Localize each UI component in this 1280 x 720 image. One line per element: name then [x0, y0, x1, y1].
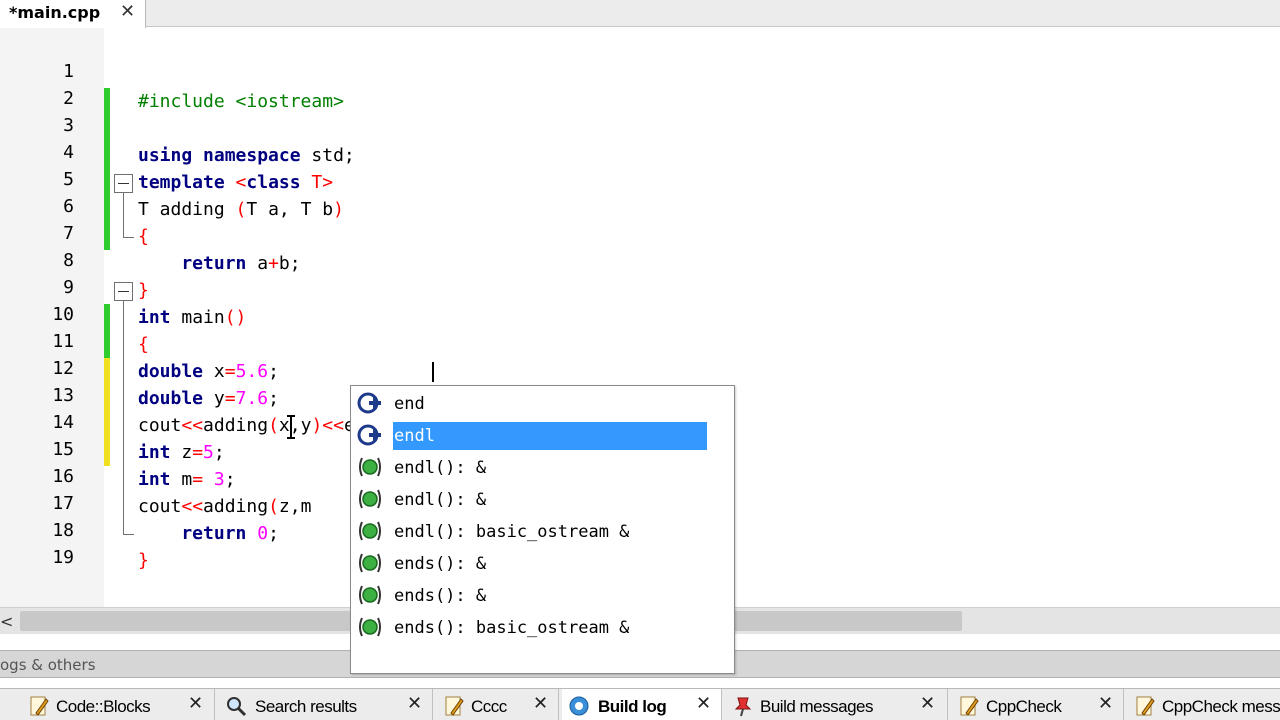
code-line: 8 } — [0, 223, 1280, 301]
logs-tab-bar: Code::Blocks ✕ Search results ✕ Cccc ✕ B… — [0, 688, 1280, 720]
pin-icon — [734, 697, 752, 717]
code-line: 1 #include <iostream> — [0, 34, 1280, 112]
tab-label: Code::Blocks — [56, 697, 151, 716]
pencil-icon — [445, 696, 464, 716]
code-line: 4 template <class T> — [0, 115, 1280, 193]
autocomplete-label: ends(): basic_ostream & — [394, 618, 630, 638]
tab-build-messages[interactable]: Build messages ✕ — [726, 689, 948, 720]
tab-search-results[interactable]: Search results ✕ — [219, 689, 433, 720]
close-icon[interactable]: ✕ — [407, 693, 422, 714]
function-icon — [359, 521, 381, 541]
editor-tab-bar: *main.cpp ✕ — [0, 0, 1280, 28]
tab-build-log[interactable]: Build log ✕ — [562, 689, 722, 720]
close-icon[interactable]: ✕ — [533, 693, 548, 714]
autocomplete-item-selected[interactable]: endl — [351, 420, 734, 452]
function-icon — [359, 617, 381, 637]
function-icon — [359, 489, 381, 509]
search-icon — [227, 697, 247, 717]
logs-pane-title: ogs & others — [0, 656, 96, 674]
class-icon — [357, 392, 381, 414]
autocomplete-item[interactable]: ends(): basic_ostream & — [351, 612, 734, 644]
code-line: 12 double y=7.6; — [0, 331, 1280, 409]
autocomplete-item[interactable]: endl(): & — [351, 452, 734, 484]
line-number: 19 — [52, 547, 74, 568]
autocomplete-item[interactable]: endl(): basic_ostream & — [351, 516, 734, 548]
close-icon[interactable]: ✕ — [120, 1, 135, 22]
code-line: 9 int main() — [0, 250, 1280, 328]
tab-label: Search results — [255, 697, 357, 716]
code-line: 7 return a+b; — [0, 196, 1280, 274]
pencil-icon — [30, 696, 49, 716]
code-line: 6 { — [0, 169, 1280, 247]
autocomplete-label: endl(): basic_ostream & — [394, 522, 630, 542]
tab-cccc[interactable]: Cccc ✕ — [437, 689, 559, 720]
class-icon — [357, 424, 381, 446]
pencil-icon — [1136, 696, 1155, 716]
tab-cppcheck[interactable]: CppCheck ✕ — [952, 689, 1124, 720]
close-icon[interactable]: ✕ — [188, 693, 203, 714]
autocomplete-item[interactable]: ends(): & — [351, 580, 734, 612]
autocomplete-label: endl — [393, 422, 707, 450]
tab-label: CppCheck messa — [1162, 697, 1280, 716]
close-icon[interactable]: ✕ — [1098, 693, 1113, 714]
scroll-left-icon[interactable]: < — [0, 612, 14, 631]
tab-cppcheck-messages[interactable]: CppCheck messa — [1128, 689, 1280, 720]
code-line: 13 cout<<adding(x,y)<<endl — [0, 358, 1280, 436]
pencil-icon — [960, 696, 979, 716]
tab-label: Cccc — [471, 697, 507, 716]
autocomplete-item[interactable]: ends(): & — [351, 548, 734, 580]
autocomplete-label: end — [394, 394, 425, 414]
text-cursor-icon — [287, 415, 295, 439]
close-icon[interactable]: ✕ — [920, 693, 935, 714]
code-line: 2 — [0, 61, 1280, 109]
tab-code-blocks[interactable]: Code::Blocks ✕ — [22, 689, 215, 720]
code-token: } — [138, 550, 149, 571]
autocomplete-item[interactable]: end — [351, 388, 734, 420]
tab-label: Build log — [598, 697, 667, 716]
autocomplete-label: ends(): & — [394, 586, 487, 606]
tab-label: CppCheck — [986, 697, 1062, 716]
autocomplete-label: ends(): & — [394, 554, 487, 574]
function-icon — [359, 457, 381, 477]
gear-icon — [569, 696, 589, 716]
tab-label: Build messages — [760, 697, 874, 716]
autocomplete-item[interactable]: endl(): & — [351, 484, 734, 516]
code-line: 3 using namespace std; — [0, 88, 1280, 166]
text-caret — [432, 362, 434, 382]
tab-main-cpp[interactable]: *main.cpp ✕ — [0, 0, 146, 28]
autocomplete-label: endl(): & — [394, 490, 487, 510]
tab-label: *main.cpp — [9, 3, 101, 22]
autocomplete-label: endl(): & — [394, 458, 487, 478]
function-icon — [359, 585, 381, 605]
function-icon — [359, 553, 381, 573]
code-line: 11 double x=5.6; — [0, 304, 1280, 382]
code-line: 10 { — [0, 277, 1280, 355]
close-icon[interactable]: ✕ — [696, 693, 711, 714]
code-line: 5 T adding (T a, T b) — [0, 142, 1280, 220]
autocomplete-popup: end endl endl(): & endl(): & endl(): bas… — [350, 385, 735, 674]
